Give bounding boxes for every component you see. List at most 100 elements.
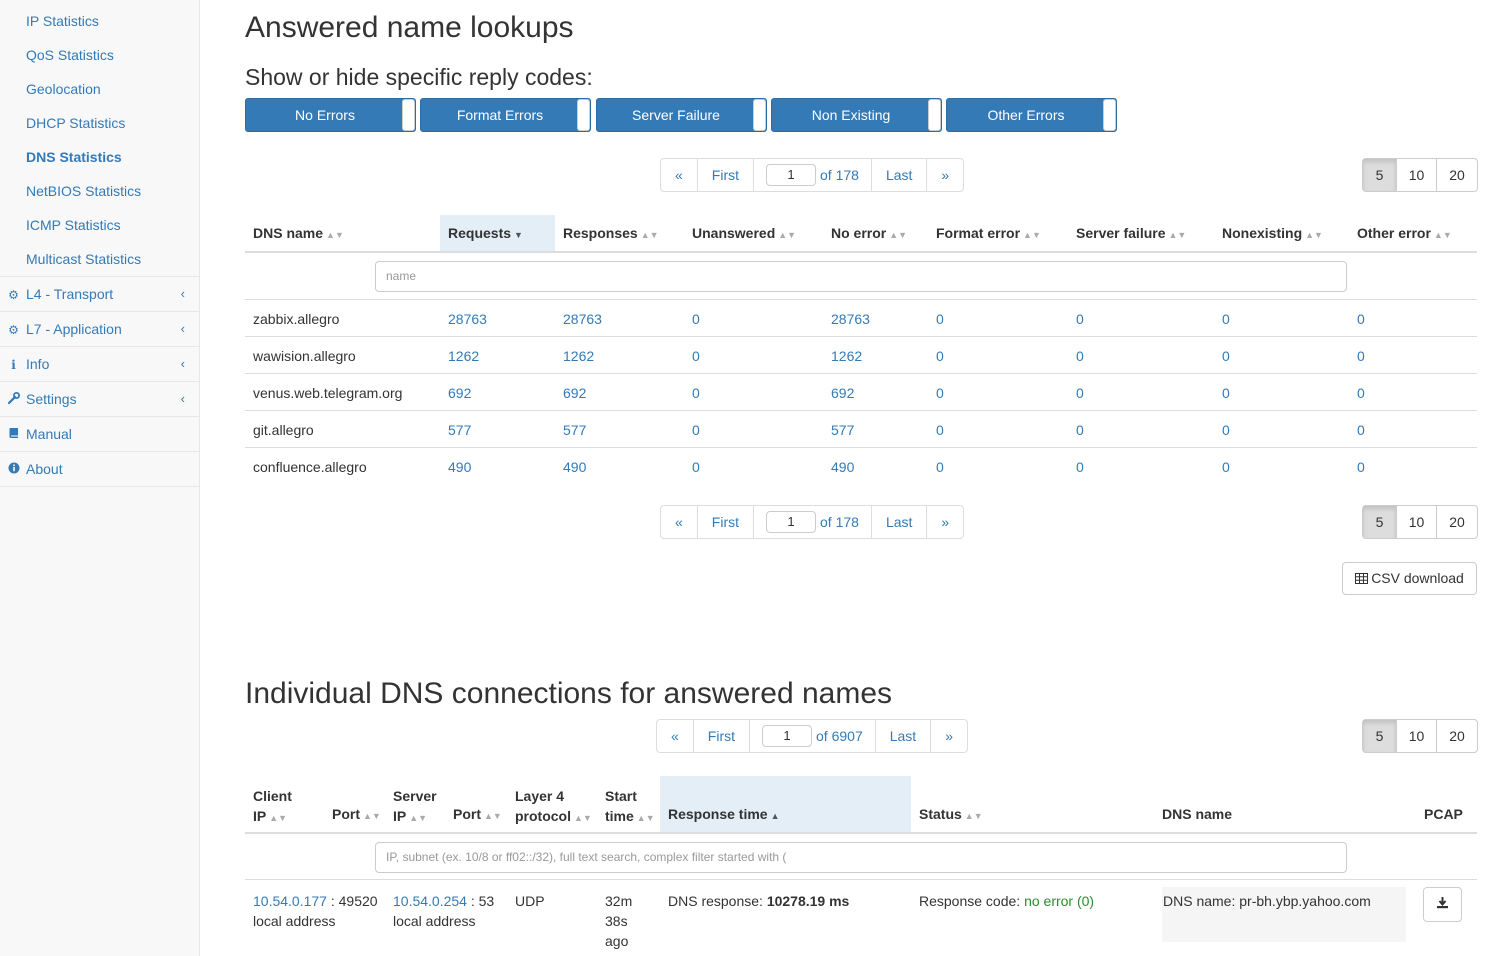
- col-layer4-protocol[interactable]: Layer 4 protocol ▲▼: [515, 786, 592, 828]
- cell-nonexisting[interactable]: 0: [1222, 385, 1230, 401]
- client-ip-link[interactable]: 10.54.0.177: [253, 893, 327, 909]
- cell-unanswered[interactable]: 0: [692, 348, 700, 364]
- toggle-server-failure[interactable]: Server Failure: [596, 98, 767, 132]
- first-page-button[interactable]: First: [692, 720, 749, 752]
- page-size-5[interactable]: 5: [1363, 720, 1396, 752]
- col-responses[interactable]: Responses ▲▼: [563, 225, 659, 241]
- col-response-time[interactable]: Response time ▲: [668, 806, 780, 822]
- page-input[interactable]: 1: [762, 725, 813, 747]
- cell-requests[interactable]: 577: [448, 422, 471, 438]
- col-no-error[interactable]: No error ▲▼: [831, 225, 907, 241]
- prev-page-button[interactable]: «: [657, 720, 693, 752]
- sidebar-item-ip-statistics[interactable]: IP Statistics: [0, 4, 199, 38]
- cell-server-failure[interactable]: 0: [1076, 311, 1084, 327]
- col-status[interactable]: Status ▲▼: [919, 806, 983, 822]
- next-page-button[interactable]: »: [926, 159, 963, 191]
- cell-server-failure[interactable]: 0: [1076, 422, 1084, 438]
- sidebar-item-info[interactable]: i Info ‹: [0, 346, 199, 381]
- cell-nonexisting[interactable]: 0: [1222, 311, 1230, 327]
- page-size-20[interactable]: 20: [1436, 720, 1477, 752]
- cell-no-error[interactable]: 28763: [831, 311, 870, 327]
- page-size-10[interactable]: 10: [1396, 159, 1436, 191]
- cell-format-error[interactable]: 0: [936, 311, 944, 327]
- sidebar-item-netbios-statistics[interactable]: NetBIOS Statistics: [0, 174, 199, 208]
- col-other-error[interactable]: Other error ▲▼: [1357, 225, 1452, 241]
- col-unanswered[interactable]: Unanswered ▲▼: [692, 225, 796, 241]
- cell-server-failure[interactable]: 0: [1076, 459, 1084, 475]
- cell-unanswered[interactable]: 0: [692, 385, 700, 401]
- cell-unanswered[interactable]: 0: [692, 459, 700, 475]
- cell-other-error[interactable]: 0: [1357, 348, 1365, 364]
- cell-format-error[interactable]: 0: [936, 385, 944, 401]
- csv-download-button[interactable]: CSV download: [1342, 562, 1477, 595]
- cell-no-error[interactable]: 577: [831, 422, 854, 438]
- cell-responses[interactable]: 490: [563, 459, 586, 475]
- next-page-button[interactable]: »: [926, 506, 963, 538]
- cell-other-error[interactable]: 0: [1357, 459, 1365, 475]
- cell-responses[interactable]: 28763: [563, 311, 602, 327]
- cell-responses[interactable]: 577: [563, 422, 586, 438]
- page-size-5[interactable]: 5: [1363, 506, 1396, 538]
- cell-responses[interactable]: 1262: [563, 348, 594, 364]
- col-client-ip[interactable]: Client IP ▲▼: [253, 786, 292, 828]
- cell-no-error[interactable]: 1262: [831, 348, 862, 364]
- page-size-10[interactable]: 10: [1396, 720, 1436, 752]
- toggle-no-errors[interactable]: No Errors: [245, 98, 416, 132]
- sidebar-item-multicast-statistics[interactable]: Multicast Statistics: [0, 242, 199, 276]
- connection-filter-input[interactable]: IP, subnet (ex. 10/8 or ff02::/32), full…: [375, 842, 1347, 873]
- page-input[interactable]: 1: [766, 511, 817, 533]
- cell-nonexisting[interactable]: 0: [1222, 348, 1230, 364]
- pcap-download-button[interactable]: [1423, 887, 1462, 922]
- sidebar-item-l4-transport[interactable]: ⚙ L4 - Transport ‹: [0, 276, 199, 311]
- toggle-other-errors[interactable]: Other Errors: [946, 98, 1117, 132]
- cell-responses[interactable]: 692: [563, 385, 586, 401]
- sidebar-item-icmp-statistics[interactable]: ICMP Statistics: [0, 208, 199, 242]
- cell-no-error[interactable]: 490: [831, 459, 854, 475]
- server-ip-link[interactable]: 10.54.0.254: [393, 893, 467, 909]
- page-size-10[interactable]: 10: [1396, 506, 1436, 538]
- col-dns-name[interactable]: DNS name ▲▼: [253, 225, 344, 241]
- cell-server-failure[interactable]: 0: [1076, 348, 1084, 364]
- sidebar-item-l7-application[interactable]: ⚙ L7 - Application ‹: [0, 311, 199, 346]
- cell-requests[interactable]: 490: [448, 459, 471, 475]
- cell-other-error[interactable]: 0: [1357, 422, 1365, 438]
- cell-requests[interactable]: 28763: [448, 311, 487, 327]
- toggle-non-existing[interactable]: Non Existing: [771, 98, 942, 132]
- sidebar-item-qos-statistics[interactable]: QoS Statistics: [0, 38, 199, 72]
- cell-format-error[interactable]: 0: [936, 348, 944, 364]
- col-server-ip[interactable]: Server IP ▲▼: [393, 786, 437, 828]
- cell-server-failure[interactable]: 0: [1076, 385, 1084, 401]
- cell-nonexisting[interactable]: 0: [1222, 422, 1230, 438]
- next-page-button[interactable]: »: [930, 720, 967, 752]
- prev-page-button[interactable]: «: [661, 506, 697, 538]
- prev-page-button[interactable]: «: [661, 159, 697, 191]
- col-format-error[interactable]: Format error ▲▼: [936, 225, 1041, 241]
- page-size-20[interactable]: 20: [1436, 159, 1477, 191]
- sidebar-item-geolocation[interactable]: Geolocation: [0, 72, 199, 106]
- cell-unanswered[interactable]: 0: [692, 311, 700, 327]
- col-client-port[interactable]: Port ▲▼: [332, 806, 381, 822]
- name-filter-input[interactable]: name: [375, 261, 1347, 292]
- cell-other-error[interactable]: 0: [1357, 311, 1365, 327]
- page-input[interactable]: 1: [766, 164, 817, 186]
- col-start-time[interactable]: Start time ▲▼: [605, 786, 655, 828]
- last-page-button[interactable]: Last: [874, 720, 930, 752]
- first-page-button[interactable]: First: [696, 506, 753, 538]
- col-server-port[interactable]: Port ▲▼: [453, 806, 502, 822]
- cell-requests[interactable]: 1262: [448, 348, 479, 364]
- col-requests[interactable]: Requests ▼: [448, 225, 523, 241]
- first-page-button[interactable]: First: [696, 159, 753, 191]
- cell-format-error[interactable]: 0: [936, 422, 944, 438]
- sidebar-item-dhcp-statistics[interactable]: DHCP Statistics: [0, 106, 199, 140]
- toggle-format-errors[interactable]: Format Errors: [420, 98, 591, 132]
- sidebar-item-manual[interactable]: Manual: [0, 416, 199, 451]
- sidebar-item-settings[interactable]: Settings ‹: [0, 381, 199, 416]
- last-page-button[interactable]: Last: [870, 506, 926, 538]
- page-size-5[interactable]: 5: [1363, 159, 1396, 191]
- page-size-20[interactable]: 20: [1436, 506, 1477, 538]
- sidebar-item-dns-statistics[interactable]: DNS Statistics: [0, 140, 199, 174]
- last-page-button[interactable]: Last: [870, 159, 926, 191]
- cell-unanswered[interactable]: 0: [692, 422, 700, 438]
- sidebar-item-about[interactable]: About: [0, 451, 199, 486]
- cell-format-error[interactable]: 0: [936, 459, 944, 475]
